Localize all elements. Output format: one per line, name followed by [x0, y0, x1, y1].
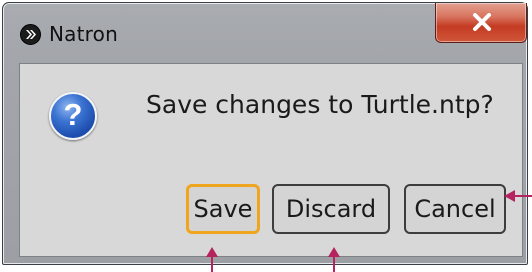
close-icon: [473, 13, 491, 31]
save-button[interactable]: Save: [186, 184, 260, 234]
window-title: Natron: [49, 22, 118, 46]
dialog-message: Save changes to Turtle.ntp?: [146, 90, 494, 119]
question-glyph: ?: [63, 97, 83, 132]
discard-arrow-marker: [328, 247, 340, 272]
discard-button[interactable]: Discard: [272, 184, 390, 234]
title-bar[interactable]: Natron: [3, 3, 527, 61]
save-arrow-marker: [206, 247, 218, 272]
dialog-window: Natron ? Save changes to Turtle.ntp? Sav…: [2, 2, 528, 265]
close-button[interactable]: [435, 3, 527, 43]
question-icon: ?: [49, 92, 97, 140]
natron-logo-icon: [20, 24, 41, 45]
cancel-arrow-marker: [504, 190, 532, 202]
dialog-body: ? Save changes to Turtle.ntp? Save Disca…: [19, 63, 523, 257]
cancel-button[interactable]: Cancel: [404, 184, 506, 234]
